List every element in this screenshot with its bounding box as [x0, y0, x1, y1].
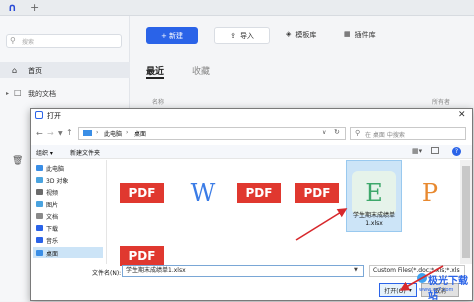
annotation-arrow-to-open	[399, 265, 444, 291]
annotation-arrow-to-file	[295, 208, 348, 241]
annotation-arrows	[295, 208, 444, 291]
